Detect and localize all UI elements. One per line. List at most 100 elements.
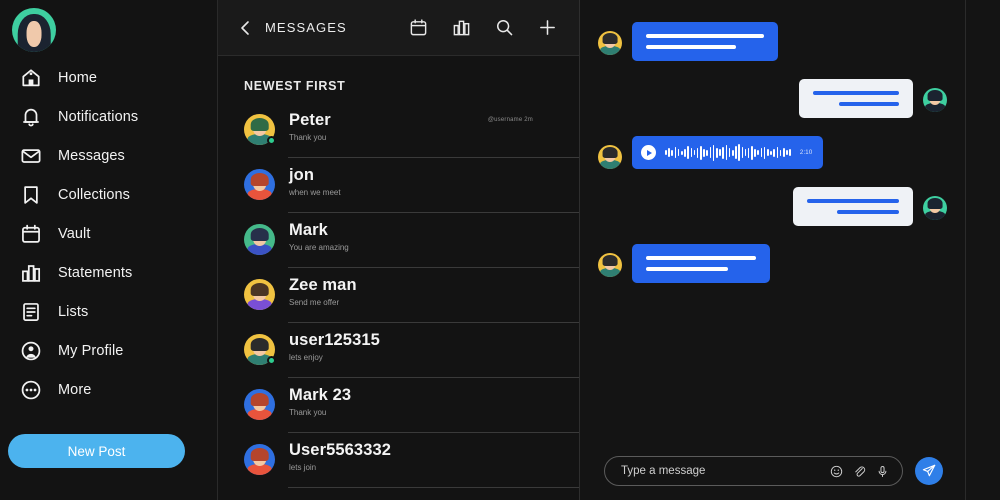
conversation-avatar [244,279,275,310]
conversation-meta: @username 2m [487,117,533,123]
message-input-wrap[interactable] [604,456,903,486]
conversation-avatar [244,169,275,200]
message-composer [580,456,965,486]
chat-bubble[interactable] [799,79,913,118]
sidebar-item-label: My Profile [58,342,124,359]
new-message-button[interactable] [538,18,557,37]
chat-message-row: 2:10 [580,136,965,169]
chevron-left-icon[interactable] [240,20,251,36]
conversation-name: jon [289,166,315,184]
sidebar-item-lists[interactable]: Lists [0,292,217,331]
conversation-text: jon when we meet [289,166,341,198]
conversation-text: Peter Thank you [289,111,331,143]
conversation-item[interactable]: User5563332 lets join [218,433,579,488]
conversation-text: Mark 23 Thank you [289,386,351,418]
conversation-item[interactable]: Peter Thank you @username 2m [218,103,579,158]
sidebar-item-my-profile[interactable]: My Profile [0,331,217,370]
voice-record-button[interactable] [876,465,889,478]
chat-bubble[interactable] [632,244,770,283]
sidebar-item-collections[interactable]: Collections [0,175,217,214]
waveform [665,144,791,162]
bar-chart-icon [18,260,44,286]
chat-bubble[interactable] [793,187,913,226]
emoji-button[interactable] [830,465,843,478]
conversation-avatar [244,334,276,365]
sidebar-item-more[interactable]: More [0,370,217,409]
sidebar-item-messages[interactable]: Messages [0,136,217,175]
conversation-name: Mark [289,221,328,239]
play-icon[interactable] [641,145,656,160]
conversation-preview: You are amazing [289,243,349,252]
attachment-button[interactable] [853,465,866,478]
conversation-item[interactable]: Mark You are amazing [218,213,579,268]
sidebar-item-vault[interactable]: Vault [0,214,217,253]
conversation-preview: Send me offer [289,298,340,307]
conversation-name: Mark 23 [289,386,352,404]
calendar-button[interactable] [409,18,428,37]
avatar-face [26,21,42,47]
header-actions [409,18,557,37]
conversation-avatar [244,224,275,255]
conversation-text: Zee man Send me offer [289,276,357,308]
list-divider [288,487,579,488]
sidebar-item-label: Lists [58,303,89,320]
message-input[interactable] [621,465,830,477]
conversation-preview: when we meet [289,188,341,197]
chat-message-row [580,187,965,226]
conversation-name: user125315 [289,331,380,349]
conversation-avatar [244,389,275,420]
chat-message-row [580,22,965,61]
sidebar-item-notifications[interactable]: Notifications [0,97,217,136]
conversation-name: Zee man [289,276,357,294]
avatar[interactable] [12,8,56,52]
page-title: MESSAGES [265,20,347,35]
sidebar-item-label: Home [58,69,98,86]
sidebar-item-label: Collections [58,186,131,203]
person-circle-icon [18,338,44,364]
sidebar-item-label: Notifications [58,108,139,125]
conversation-preview: Thank you [289,408,327,417]
chat-avatar [598,253,622,277]
conversation-item[interactable]: user125315 lets enjoy [218,323,579,378]
ellipsis-circle-icon [18,377,44,403]
bookmark-icon [18,182,44,208]
chat-avatar [923,88,947,112]
conversation-text: User5563332 lets join [289,441,391,473]
voice-duration: 2:10 [799,149,813,156]
sort-label: NEWEST FIRST [244,79,346,93]
conversation-item[interactable]: Zee man Send me offer [218,268,579,323]
message-list-header: MESSAGES [218,0,579,56]
home-icon [18,65,44,91]
chat-bubble[interactable] [632,22,778,61]
right-margin [966,0,1000,500]
calendar-icon [18,221,44,247]
statistics-button[interactable] [452,18,471,37]
send-button[interactable] [915,457,943,485]
conversation-item[interactable]: Mark 23 Thank you [218,378,579,433]
composer-icons [830,465,889,478]
conversation-avatar [244,444,275,475]
chat-panel: 2:10 [580,0,966,500]
online-badge [267,136,276,145]
sidebar-item-label: Statements [58,264,133,281]
message-list-panel: MESSAGES NEWEST FIRST Peter Thank you @u… [218,0,580,500]
sidebar-item-statements[interactable]: Statements [0,253,217,292]
chat-avatar [598,31,622,55]
voice-message-bubble[interactable]: 2:10 [632,136,824,169]
search-button[interactable] [495,18,514,37]
chat-avatar [598,145,622,169]
sidebar-nav: Home Notifications Messages Collections Vaul… [0,58,217,409]
chat-avatar [923,196,947,220]
chat-message-area: 2:10 [580,0,965,283]
chat-message-row [580,244,965,283]
new-post-button[interactable]: New Post [8,434,185,468]
conversation-name: Peter [289,111,331,129]
conversation-avatar [244,114,276,145]
app-root: Home Notifications Messages Collections Vaul… [0,0,1000,500]
conversation-text: user125315 lets enjoy [289,331,380,363]
conversation-item[interactable]: jon when we meet [218,158,579,213]
sidebar-item-label: Messages [58,147,125,164]
sidebar: Home Notifications Messages Collections Vaul… [0,0,218,500]
bell-icon [18,104,44,130]
sidebar-item-home[interactable]: Home [0,58,217,97]
